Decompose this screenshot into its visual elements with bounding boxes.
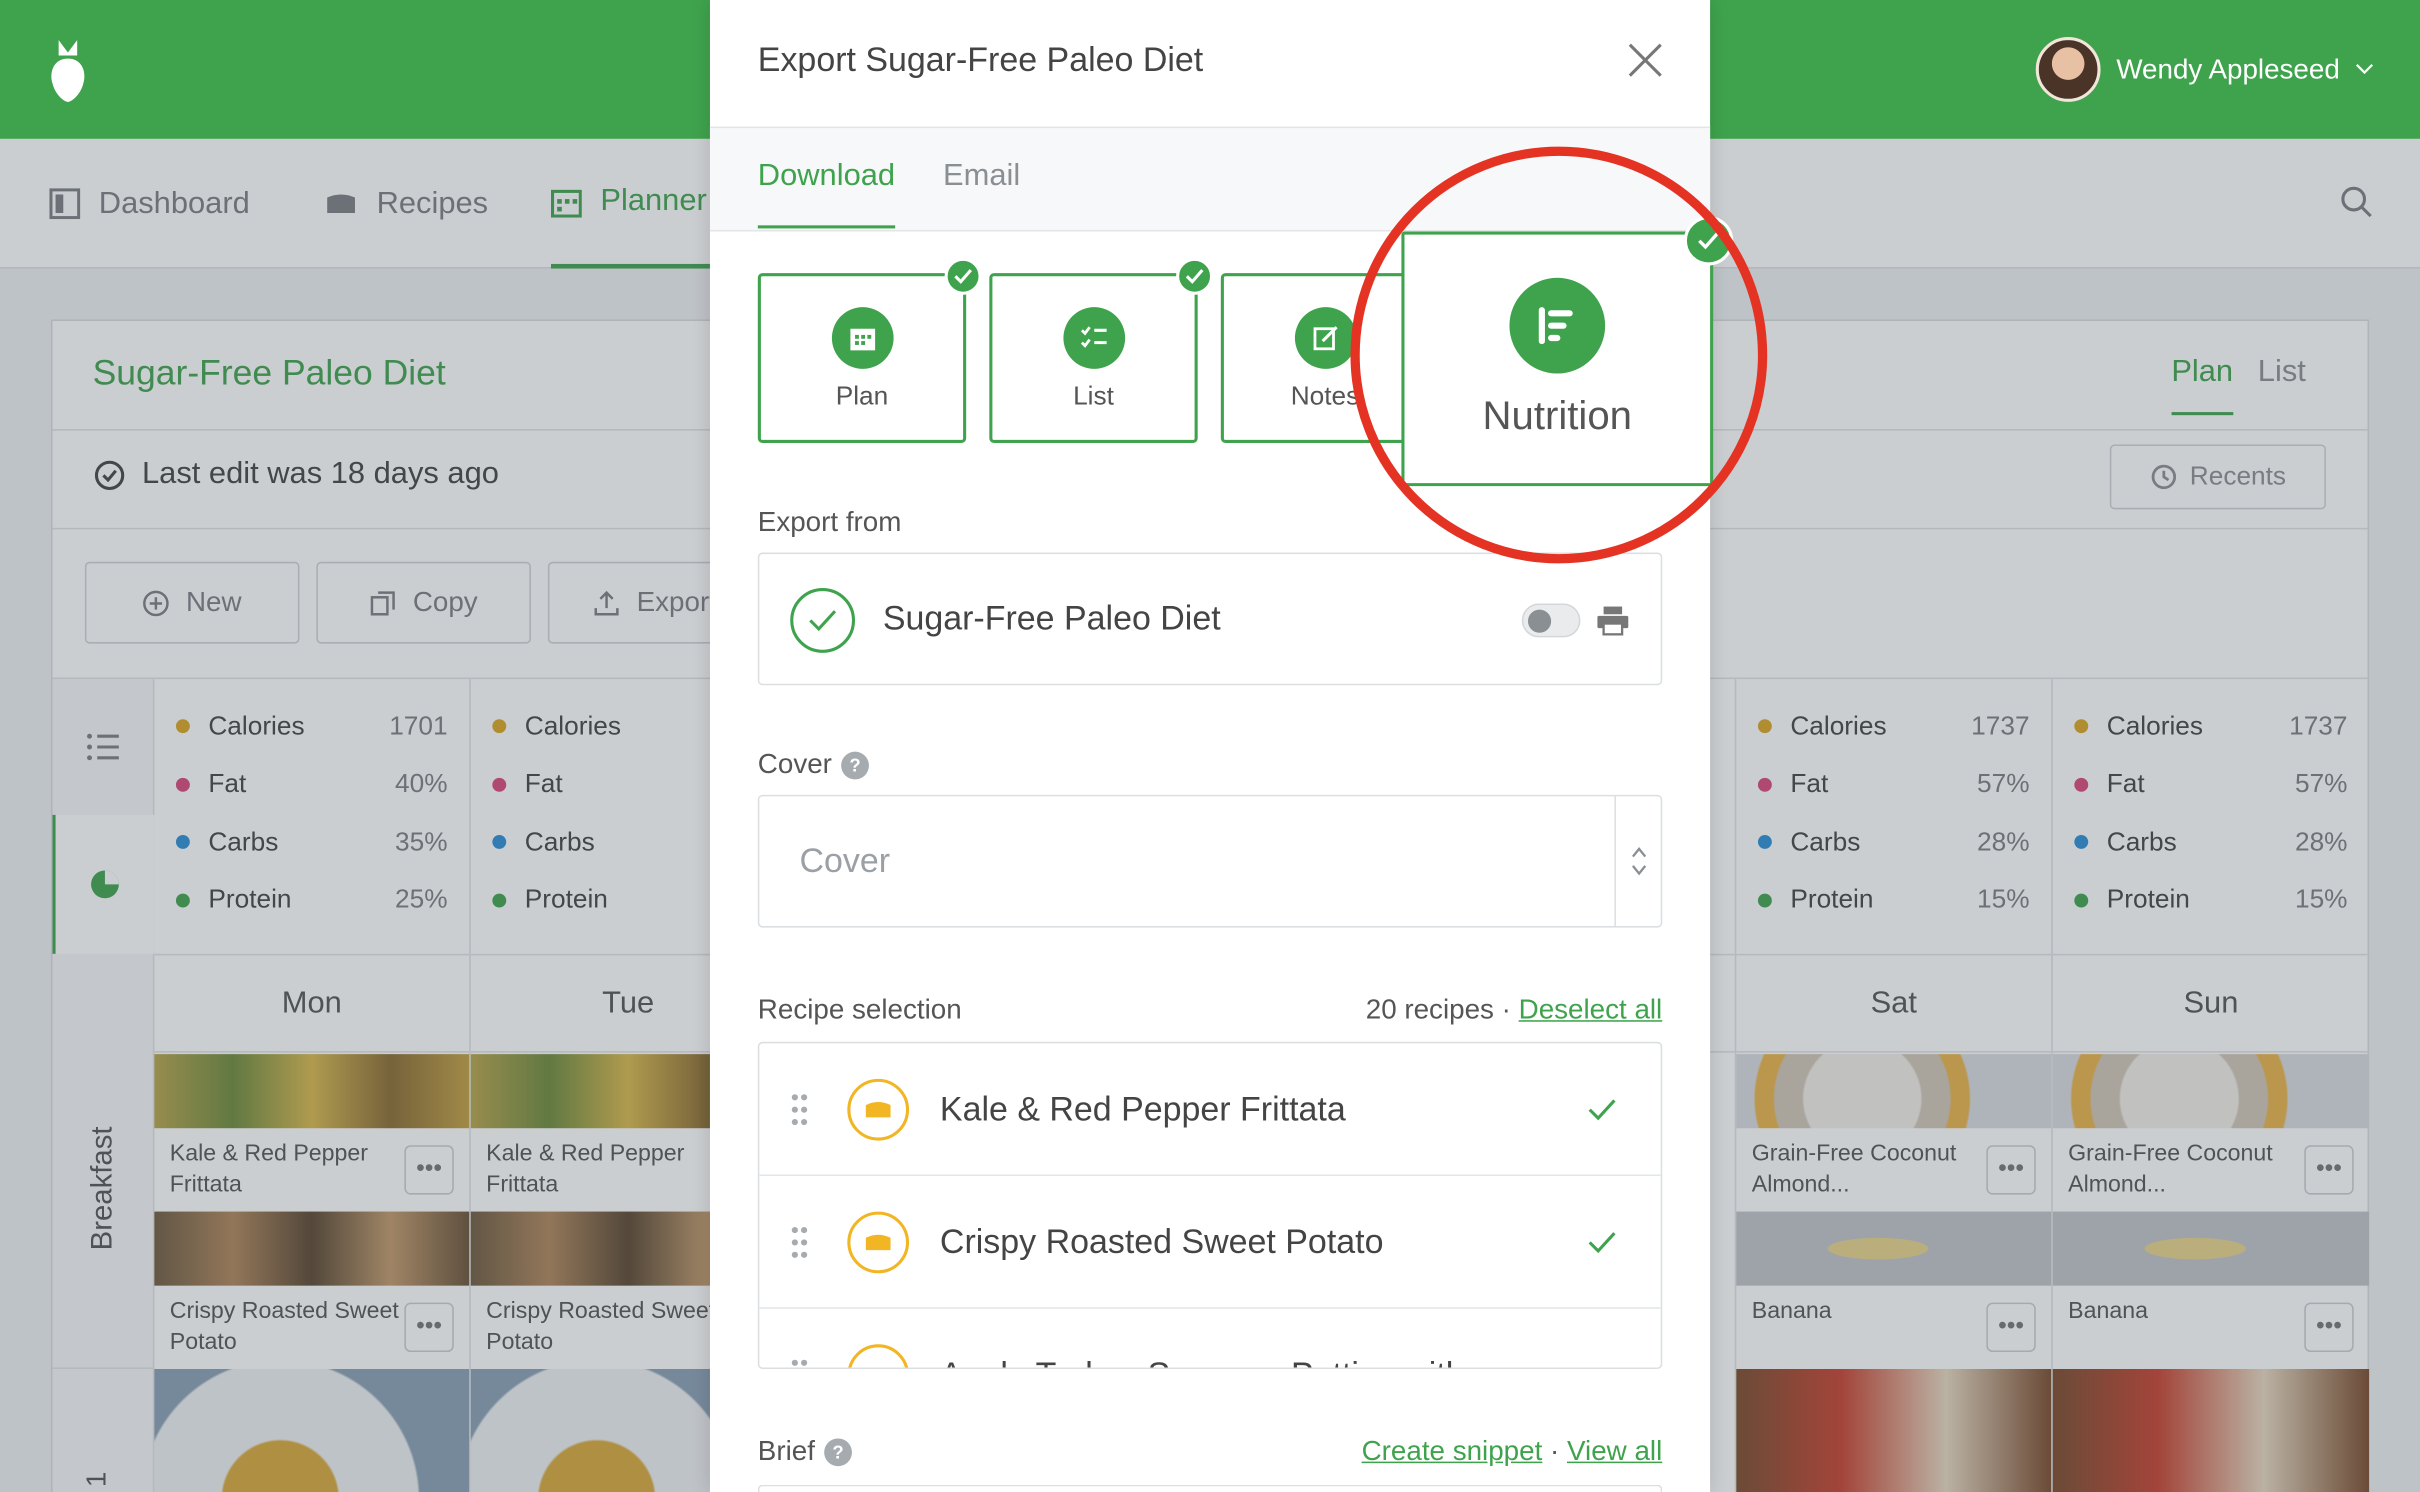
- tab-download[interactable]: Download: [757, 159, 896, 229]
- drag-handle-icon[interactable]: [790, 1225, 809, 1259]
- deselect-all-link[interactable]: Deselect all: [1519, 994, 1663, 1025]
- recipe-row[interactable]: Crispy Roasted Sweet Potato: [759, 1176, 1661, 1309]
- check-icon: [1176, 257, 1214, 295]
- printer-icon[interactable]: [1596, 605, 1630, 644]
- help-icon[interactable]: ?: [841, 750, 869, 779]
- create-snippet-link[interactable]: Create snippet: [1362, 1435, 1543, 1466]
- brief-label: Brief ?: [758, 1435, 852, 1467]
- cover-placeholder: Cover: [799, 841, 891, 880]
- calendar-icon: [831, 307, 893, 369]
- recipe-list: Kale & Red Pepper Frittata Crispy Roaste…: [757, 1041, 1663, 1369]
- drag-handle-icon[interactable]: [790, 1092, 809, 1126]
- view-all-link[interactable]: View all: [1567, 1435, 1662, 1466]
- highlight-ring: [1350, 146, 1768, 564]
- export-option-plan[interactable]: Plan: [757, 257, 982, 443]
- print-toggle[interactable]: [1521, 603, 1581, 638]
- export-option-list[interactable]: List: [989, 257, 1214, 443]
- checklist-icon: [1062, 307, 1125, 369]
- brief-editor-toolbar[interactable]: [757, 1484, 1663, 1492]
- export-from-value: Sugar-Free Paleo Diet: [882, 598, 1221, 638]
- selected-check-icon: [790, 588, 856, 653]
- recipe-row[interactable]: Kale & Red Pepper Frittata: [759, 1043, 1661, 1177]
- close-icon[interactable]: [1627, 42, 1664, 87]
- tab-email[interactable]: Email: [943, 159, 1020, 194]
- edit-icon: [1294, 307, 1356, 369]
- check-icon[interactable]: [1587, 1229, 1618, 1254]
- drag-handle-icon[interactable]: [790, 1357, 809, 1369]
- check-icon: [944, 257, 982, 295]
- select-arrows-icon[interactable]: [1614, 796, 1660, 927]
- recipe-row[interactable]: Apple Turkey Sausage Patties with: [759, 1309, 1660, 1369]
- modal-title: Export Sugar-Free Paleo Diet: [757, 40, 1204, 79]
- cover-select[interactable]: Cover: [757, 794, 1663, 928]
- recipe-selection-label: Recipe selection: [757, 993, 962, 1025]
- export-from-box[interactable]: Sugar-Free Paleo Diet: [757, 552, 1663, 686]
- check-icon[interactable]: [1587, 1097, 1618, 1122]
- recipe-type-icon: [847, 1078, 910, 1140]
- recipe-type-icon: [847, 1210, 910, 1273]
- recipe-count: 20 recipes · Deselect all: [1365, 993, 1663, 1025]
- help-icon[interactable]: ?: [824, 1437, 852, 1466]
- export-from-label: Export from: [757, 506, 902, 538]
- recipe-type-icon: [847, 1343, 910, 1368]
- brief-links: Create snippet · View all: [1361, 1435, 1663, 1467]
- cover-label: Cover ?: [758, 749, 869, 781]
